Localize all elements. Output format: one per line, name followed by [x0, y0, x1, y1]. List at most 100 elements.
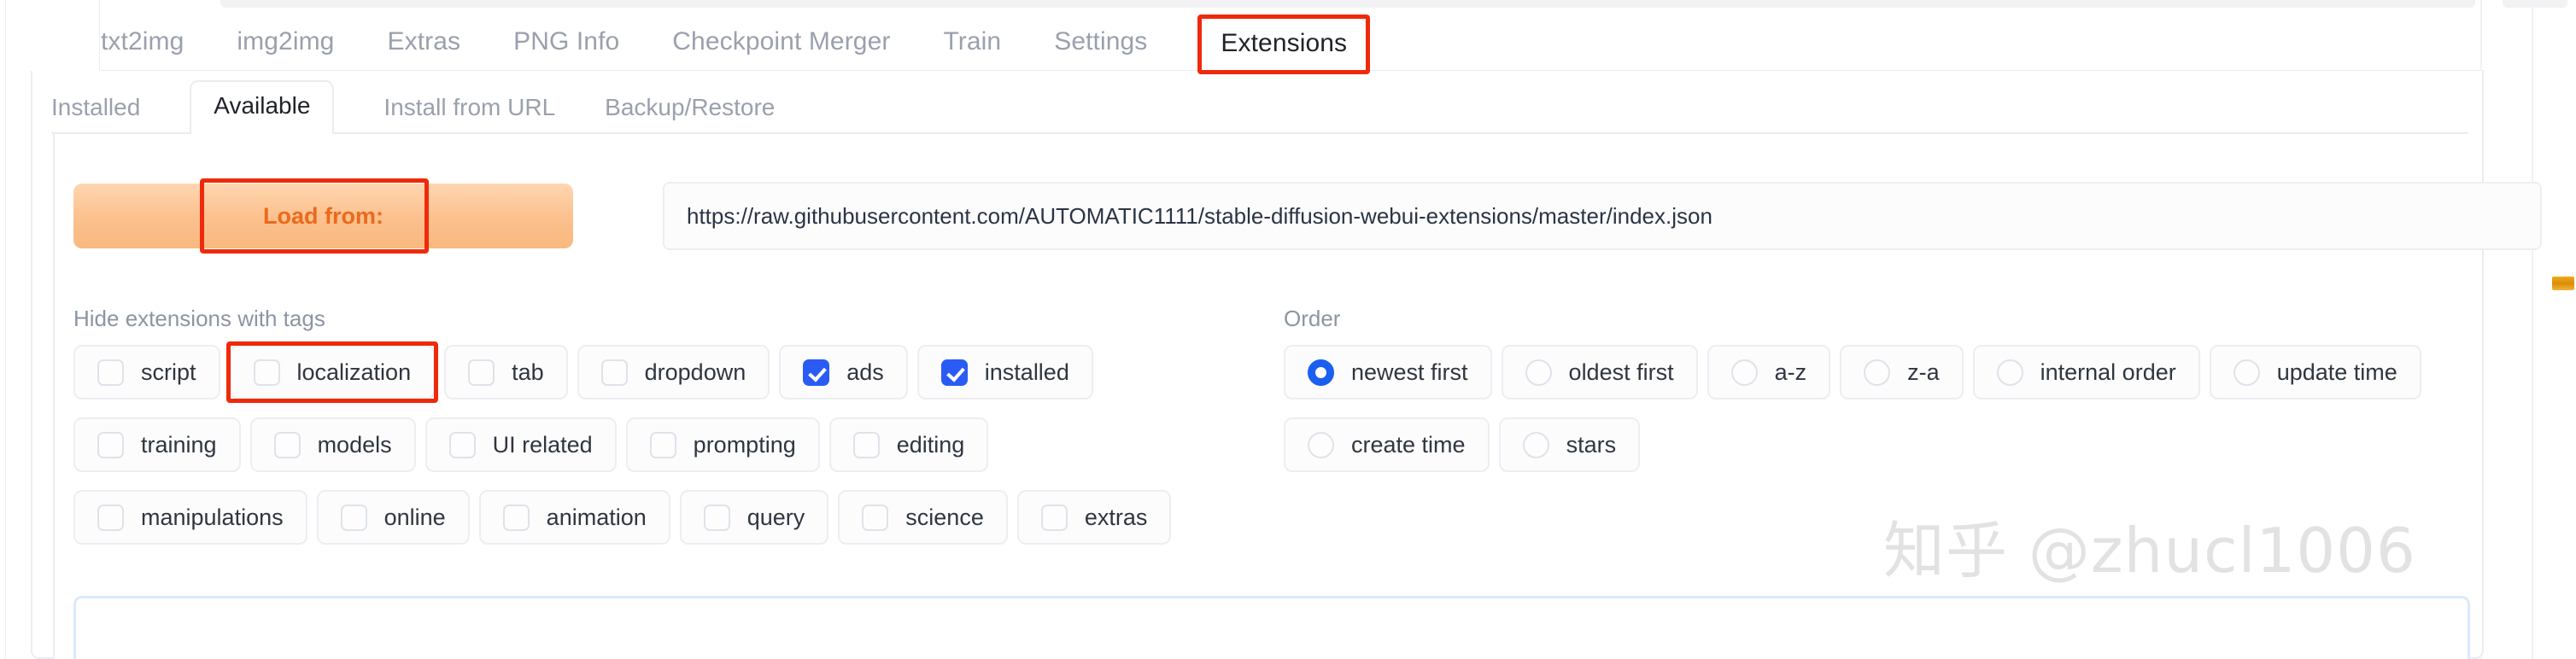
- tag-checkbox-animation[interactable]: animation: [478, 490, 670, 545]
- checkbox-icon-models[interactable]: [273, 431, 301, 458]
- tag-checkbox-installed[interactable]: installed: [916, 345, 1093, 399]
- order-radio-oldest-first[interactable]: oldest first: [1501, 345, 1698, 399]
- load-from-button[interactable]: Load from:: [73, 184, 573, 248]
- checkbox-icon-query[interactable]: [703, 504, 730, 531]
- radio-icon-oldest-first[interactable]: [1525, 359, 1552, 386]
- tag-checkbox-manipulations[interactable]: manipulations: [73, 490, 307, 545]
- order-radio-a-z[interactable]: a-z: [1707, 345, 1831, 399]
- order-radio-update-time[interactable]: update time: [2209, 345, 2421, 399]
- pill-label: create time: [1351, 431, 1466, 458]
- order-radio-stars[interactable]: stars: [1498, 417, 1641, 472]
- pill-label: query: [746, 504, 805, 530]
- checkbox-icon-training[interactable]: [97, 431, 124, 458]
- pill-label: extras: [1084, 504, 1148, 530]
- pill-label: models: [317, 431, 392, 458]
- tag-checkbox-science[interactable]: science: [838, 490, 1008, 545]
- tag-checkbox-query[interactable]: query: [679, 490, 829, 545]
- pill-label: tab: [512, 359, 544, 385]
- radio-icon-newest-first[interactable]: [1308, 359, 1334, 386]
- pill-label: installed: [984, 359, 1069, 385]
- order-radio-z-a[interactable]: z-a: [1840, 345, 1964, 399]
- radio-icon-update-time[interactable]: [2233, 359, 2260, 386]
- checkbox-icon-manipulations[interactable]: [97, 504, 124, 531]
- order-radio-internal-order[interactable]: internal order: [1972, 345, 2200, 399]
- main-tab-train[interactable]: Train: [943, 27, 1001, 70]
- checkbox-icon-ui-related[interactable]: [448, 431, 476, 458]
- pill-label: manipulations: [141, 504, 284, 530]
- sub-tab-available[interactable]: Available: [190, 80, 335, 135]
- main-tab-extras[interactable]: Extras: [387, 27, 460, 70]
- main-tab-bar: txt2img img2img Extras PNG Info Checkpoint M…: [101, 17, 2484, 72]
- checkbox-icon-tab[interactable]: [468, 359, 495, 386]
- browser-chrome-strip: [0, 0, 2576, 12]
- order-radio-row-1: newest first oldest first a-z z-a internal o…: [1284, 345, 2421, 399]
- main-tab-extensions[interactable]: Extensions: [1200, 17, 1368, 72]
- tag-checkbox-editing[interactable]: editing: [828, 417, 989, 472]
- checkbox-icon-animation[interactable]: [502, 504, 530, 531]
- radio-icon-a-z[interactable]: [1730, 359, 1758, 386]
- checkbox-icon-science[interactable]: [862, 504, 889, 531]
- tag-checkbox-localization[interactable]: localization: [229, 345, 436, 399]
- radio-icon-create-time[interactable]: [1308, 431, 1334, 458]
- chrome-bar-right: [2503, 0, 2567, 8]
- tag-checkbox-training[interactable]: training: [73, 417, 241, 472]
- checkbox-icon-extras[interactable]: [1040, 504, 1068, 531]
- pill-label: prompting: [693, 431, 796, 458]
- tag-checkbox-dropdown[interactable]: dropdown: [577, 345, 770, 399]
- tag-checkbox-script[interactable]: script: [73, 345, 220, 399]
- index-url-input[interactable]: https://raw.githubusercontent.com/AUTOMA…: [663, 182, 2542, 250]
- order-radio-create-time[interactable]: create time: [1284, 417, 1490, 472]
- sub-tab-install-from-url[interactable]: Install from URL: [383, 94, 555, 133]
- pill-label: a-z: [1774, 359, 1807, 385]
- checkbox-icon-script[interactable]: [97, 359, 124, 386]
- checkbox-icon-localization[interactable]: [253, 359, 280, 386]
- tag-checkbox-prompting[interactable]: prompting: [625, 417, 820, 472]
- pill-label: online: [383, 504, 446, 530]
- pill-label: animation: [546, 504, 647, 530]
- scroll-edge-marker: [2552, 277, 2574, 290]
- tag-checkbox-row-3: manipulations online animation query science…: [73, 490, 1172, 545]
- main-tab-txt2img[interactable]: txt2img: [101, 27, 184, 70]
- app-root: txt2img img2img Extras PNG Info Checkpoint M…: [0, 0, 2576, 659]
- pill-label: update time: [2276, 359, 2397, 385]
- radio-icon-stars[interactable]: [1522, 431, 1549, 458]
- tag-checkbox-models[interactable]: models: [249, 417, 416, 472]
- main-tab-checkpoint-merger[interactable]: Checkpoint Merger: [672, 27, 890, 70]
- checkbox-icon-prompting[interactable]: [649, 431, 676, 458]
- page-gutter-4: [2532, 0, 2533, 659]
- sub-tab-bar: Installed Available Install from URL Backup…: [51, 80, 2468, 135]
- checkbox-icon-dropdown[interactable]: [600, 359, 628, 386]
- pill-label: script: [141, 359, 196, 385]
- tag-checkbox-row-2: training models UI related prompting editing: [73, 417, 989, 472]
- load-from-row: Load from: https://raw.githubusercontent…: [73, 182, 2542, 250]
- checkbox-icon-installed[interactable]: [940, 359, 968, 386]
- pill-label: science: [905, 504, 984, 530]
- sub-tab-backup-restore[interactable]: Backup/Restore: [605, 94, 775, 133]
- main-tab-settings[interactable]: Settings: [1054, 27, 1147, 70]
- radio-icon-internal-order[interactable]: [1996, 359, 2023, 386]
- pill-label: training: [141, 431, 217, 458]
- chrome-bar-left: [220, 0, 2475, 8]
- page-gutter-1: [5, 0, 6, 659]
- tag-checkbox-ui-related[interactable]: UI related: [424, 417, 617, 472]
- tag-checkbox-extras[interactable]: extras: [1016, 490, 1172, 545]
- checkbox-icon-editing[interactable]: [852, 431, 880, 458]
- index-url-value: https://raw.githubusercontent.com/AUTOMA…: [687, 202, 1712, 229]
- main-tab-png-info[interactable]: PNG Info: [513, 27, 619, 70]
- main-tab-img2img[interactable]: img2img: [237, 27, 334, 70]
- tag-checkbox-online[interactable]: online: [316, 490, 470, 545]
- tag-checkbox-tab[interactable]: tab: [444, 345, 568, 399]
- pill-label: internal order: [2040, 359, 2176, 385]
- sub-tab-installed[interactable]: Installed: [51, 94, 140, 133]
- checkbox-icon-ads[interactable]: [803, 359, 830, 386]
- order-label: Order: [1284, 306, 1341, 331]
- tag-checkbox-ads[interactable]: ads: [779, 345, 908, 399]
- hide-tags-label: Hide extensions with tags: [73, 306, 325, 331]
- order-radio-newest-first[interactable]: newest first: [1284, 345, 1492, 399]
- checkbox-icon-online[interactable]: [340, 504, 367, 531]
- pill-label: newest first: [1351, 359, 1468, 385]
- pill-label: UI related: [492, 431, 593, 458]
- radio-icon-z-a[interactable]: [1864, 359, 1891, 386]
- order-radio-row-2: create time stars: [1284, 417, 1641, 472]
- pill-label: editing: [896, 431, 965, 458]
